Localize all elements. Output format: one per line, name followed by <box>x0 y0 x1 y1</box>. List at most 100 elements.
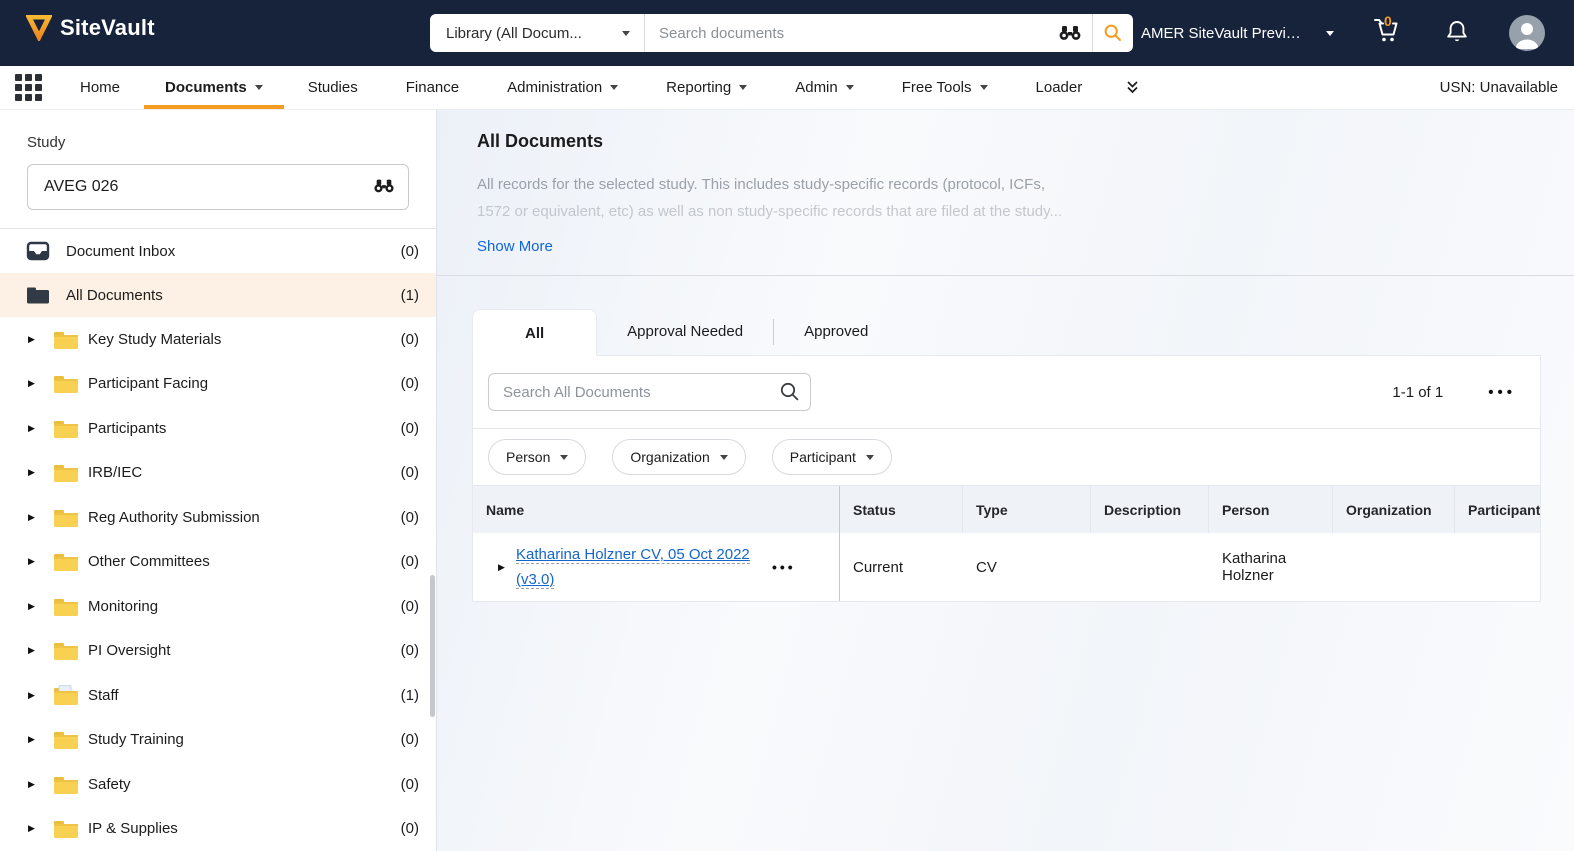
type-cell: CV <box>963 533 1091 601</box>
vault-selector-dropdown[interactable]: AMER SiteVault Previe... <box>1141 0 1334 66</box>
sidebar-folder-label: Other Committees <box>88 553 401 570</box>
nav-item-label: Loader <box>1036 79 1083 96</box>
sidebar-folder-monitoring[interactable]: ▶Monitoring(0) <box>0 584 436 629</box>
column-header-participant[interactable]: Participant <box>1455 486 1540 533</box>
usn-status-text: USN: Unavailable <box>1440 79 1558 96</box>
sidebar-item-document-inbox[interactable]: Document Inbox (0) <box>0 229 436 273</box>
overflow-menu-icon[interactable]: ••• <box>1488 384 1516 401</box>
search-submit-icon[interactable] <box>1093 14 1133 52</box>
sidebar-folder-safety[interactable]: ▶Safety(0) <box>0 762 436 807</box>
folder-icon <box>53 373 79 394</box>
sidebar-folder-pi-oversight[interactable]: ▶PI Oversight(0) <box>0 629 436 674</box>
tab-approval-needed[interactable]: Approval Needed <box>597 308 773 355</box>
sidebar-folder-irb-iec[interactable]: ▶IRB/IEC(0) <box>0 451 436 496</box>
nav-item-loader[interactable]: Loader <box>1012 66 1107 109</box>
search-icon[interactable] <box>779 381 801 408</box>
column-header-organization[interactable]: Organization <box>1333 486 1455 533</box>
library-scope-dropdown[interactable]: Library (All Docum... <box>430 14 645 52</box>
notifications-bell-icon[interactable] <box>1444 18 1470 53</box>
nav-item-home[interactable]: Home <box>56 66 144 109</box>
binoculars-icon[interactable] <box>1048 25 1092 41</box>
sidebar-item-all-documents[interactable]: All Documents (1) <box>0 273 436 317</box>
nav-item-admin[interactable]: Admin <box>771 66 878 109</box>
document-link[interactable]: Katharina Holzner CV, 05 Oct 2022 (v3.0) <box>516 542 758 592</box>
expand-caret-icon[interactable]: ▶ <box>28 601 44 612</box>
binoculars-icon[interactable] <box>373 178 395 199</box>
folder-icon <box>53 685 79 706</box>
sidebar-folder-label: Participant Facing <box>88 375 401 392</box>
sidebar-folder-count: (0) <box>401 731 419 748</box>
sidebar-folder-reg-authority-submission[interactable]: ▶ Reg Authority Submission(0) <box>0 495 436 540</box>
folder-icon <box>53 329 79 350</box>
expand-caret-icon[interactable]: ▶ <box>28 334 44 345</box>
column-header-person[interactable]: Person <box>1209 486 1333 533</box>
nav-item-finance[interactable]: Finance <box>382 66 483 109</box>
filter-person[interactable]: Person <box>488 439 586 475</box>
panel-toolbar: 1-1 of 1 ••• <box>473 356 1540 429</box>
expand-caret-icon[interactable]: ▶ <box>28 779 44 790</box>
veeva-v-icon <box>26 15 52 41</box>
row-overflow-menu-icon[interactable]: ••• <box>772 559 796 575</box>
sidebar-folder-staff[interactable]: ▶Staff(1) <box>0 673 436 718</box>
documents-search-input[interactable] <box>488 373 811 411</box>
column-header-description[interactable]: Description <box>1091 486 1209 533</box>
pagination-text: 1-1 of 1 <box>1392 384 1443 401</box>
expand-caret-icon[interactable]: ▶ <box>28 690 44 701</box>
sidebar-folder-count: (0) <box>401 820 419 837</box>
tab-all[interactable]: All <box>472 309 597 356</box>
sidebar-folder-key-study-materials[interactable]: ▶Key Study Materials(0) <box>0 317 436 362</box>
expand-caret-icon[interactable]: ▶ <box>28 645 44 656</box>
expand-caret-icon[interactable]: ▶ <box>28 823 44 834</box>
expand-caret-icon[interactable]: ▶ <box>28 378 44 389</box>
expand-caret-icon[interactable]: ▶ <box>498 562 514 573</box>
more-tabs-double-chevron-icon[interactable] <box>1106 66 1159 109</box>
sidebar-folder-label: Reg Authority Submission <box>88 509 401 526</box>
sidebar-folder-count: (0) <box>401 642 419 659</box>
nav-item-free-tools[interactable]: Free Tools <box>878 66 1012 109</box>
study-selector-block: Study <box>0 110 436 228</box>
column-header-status[interactable]: Status <box>840 486 963 533</box>
sidebar-folder-study-training[interactable]: ▶Study Training(0) <box>0 718 436 763</box>
expand-caret-icon[interactable]: ▶ <box>28 467 44 478</box>
app-grid-icon[interactable] <box>15 74 42 101</box>
sidebar-item-count: (0) <box>401 243 419 260</box>
description-cell <box>1091 533 1209 601</box>
folder-icon <box>53 462 79 483</box>
sidebar-item-count: (1) <box>401 287 419 304</box>
nav-item-label: Reporting <box>666 79 731 96</box>
nav-item-reporting[interactable]: Reporting <box>642 66 771 109</box>
sidebar-folder-label: IP & Supplies <box>88 820 401 837</box>
sidebar-scrollbar-thumb[interactable] <box>430 575 435 717</box>
study-input[interactable] <box>27 164 409 210</box>
column-header-name[interactable]: Name <box>473 486 840 533</box>
sitevault-logo[interactable]: SiteVault <box>26 15 155 41</box>
global-search-input[interactable] <box>645 25 1048 42</box>
section-description-line2: 1572 or equivalent, etc) as well as non … <box>477 203 1534 220</box>
expand-caret-icon[interactable]: ▶ <box>28 423 44 434</box>
global-search-field <box>645 14 1133 52</box>
sidebar-folder-ip-supplies[interactable]: ▶ IP & Supplies(0) <box>0 807 436 851</box>
tab-approved[interactable]: Approved <box>774 308 898 355</box>
chevron-down-icon <box>980 85 988 90</box>
sidebar-folder-participant-facing[interactable]: ▶Participant Facing(0) <box>0 362 436 407</box>
expand-caret-icon[interactable]: ▶ <box>28 734 44 745</box>
sidebar-folder-participants[interactable]: ▶Participants(0) <box>0 406 436 451</box>
folder-icon <box>53 596 79 617</box>
nav-item-studies[interactable]: Studies <box>284 66 382 109</box>
show-more-link[interactable]: Show More <box>477 238 553 255</box>
filter-organization[interactable]: Organization <box>612 439 745 475</box>
user-avatar[interactable] <box>1509 15 1545 51</box>
expand-caret-icon[interactable]: ▶ <box>28 512 44 523</box>
cart-button[interactable]: 0 <box>1371 16 1409 50</box>
sidebar-folder-other-committees[interactable]: ▶Other Committees(0) <box>0 540 436 585</box>
filter-participant[interactable]: Participant <box>772 439 892 475</box>
nav-item-documents[interactable]: Documents <box>144 66 284 109</box>
column-header-type[interactable]: Type <box>963 486 1091 533</box>
documents-panel: 1-1 of 1 ••• PersonOrganizationParticipa… <box>472 355 1541 602</box>
sidebar-folder-count: (0) <box>401 598 419 615</box>
sidebar-folder-count: (0) <box>401 509 419 526</box>
chevron-down-icon <box>720 455 728 460</box>
inbox-icon <box>25 241 51 261</box>
nav-item-administration[interactable]: Administration <box>483 66 642 109</box>
expand-caret-icon[interactable]: ▶ <box>28 556 44 567</box>
